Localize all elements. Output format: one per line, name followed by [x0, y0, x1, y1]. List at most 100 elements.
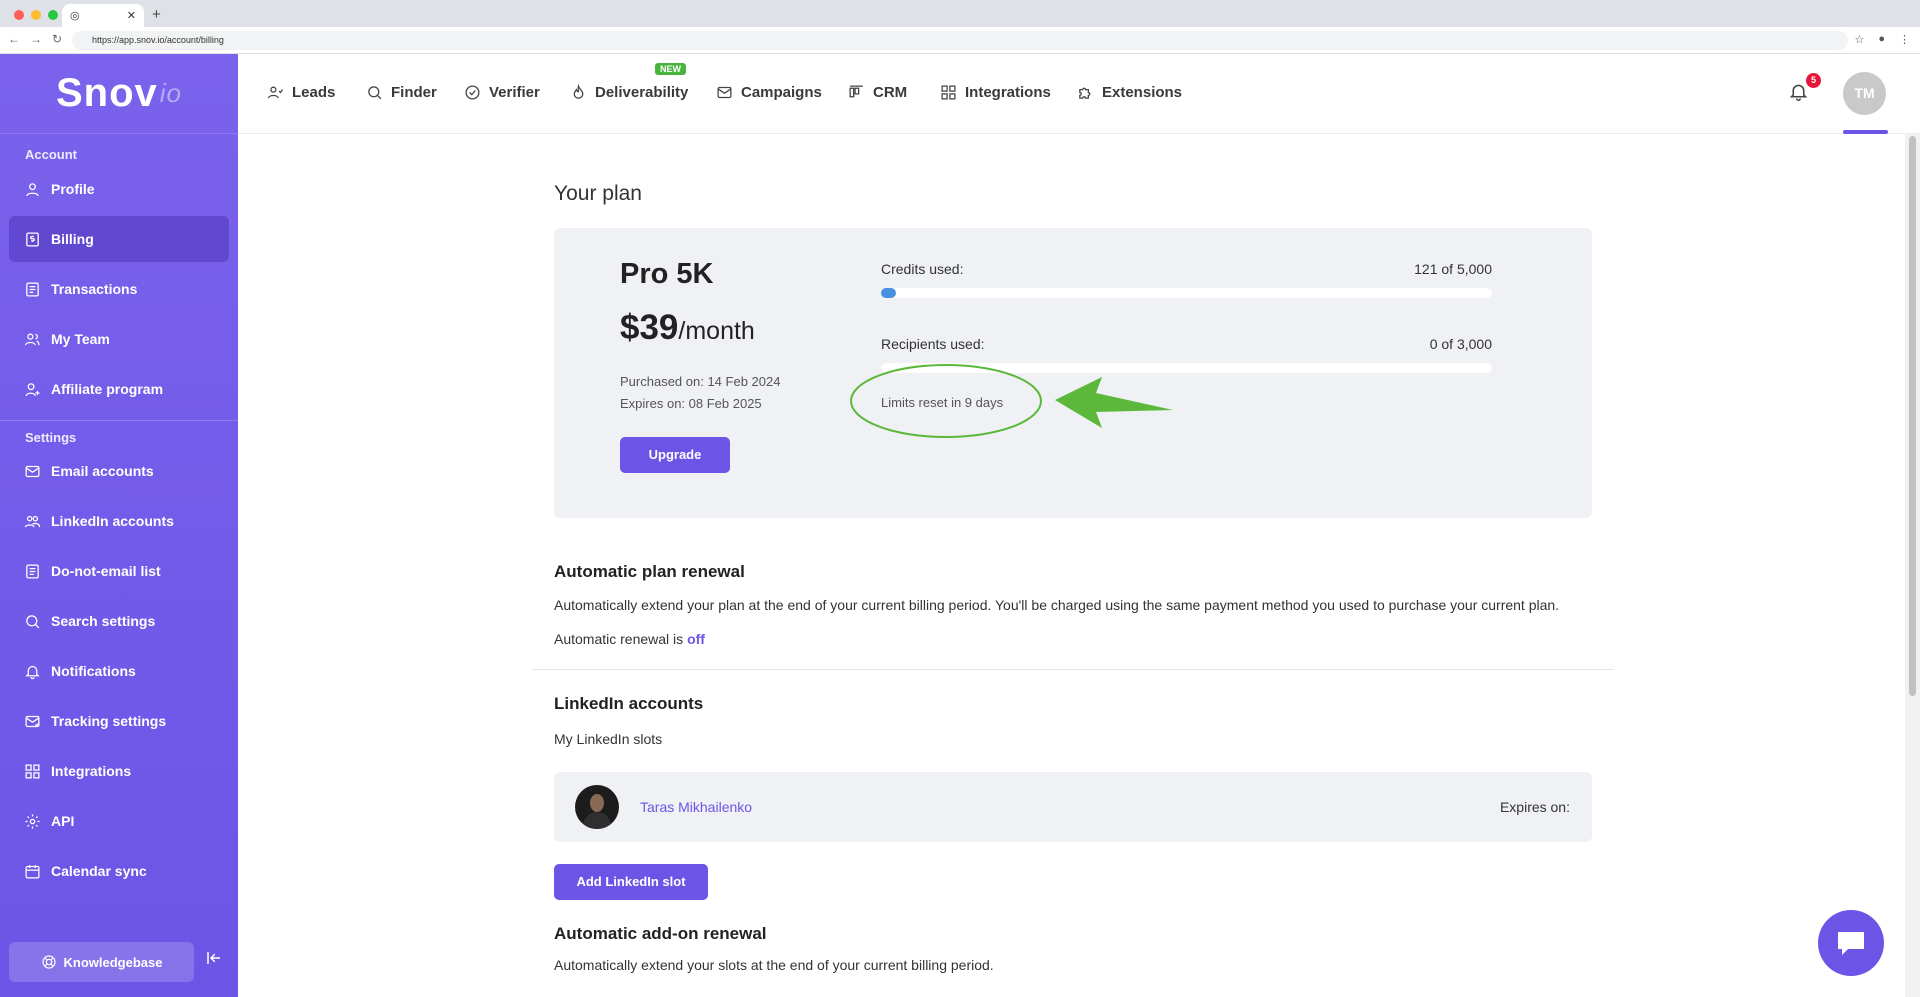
browser-tabstrip: ◎ ✕ +	[0, 0, 1920, 27]
snovio-logo[interactable]: Snov io	[0, 54, 238, 134]
nav-campaigns[interactable]: Campaigns	[716, 84, 822, 101]
nav-integrations[interactable]: Integrations	[940, 84, 1051, 101]
logo-main-text: Snov	[55, 71, 158, 115]
sidebar-item-calendar-sync[interactable]: Calendar sync	[9, 848, 229, 894]
knowledgebase-button[interactable]: Knowledgebase	[9, 942, 194, 982]
plan-card: Pro 5K $39/month Purchased on: 14 Feb 20…	[554, 228, 1592, 518]
sidebar-item-api[interactable]: API	[9, 798, 229, 844]
calendar-icon	[23, 862, 41, 880]
list-icon	[23, 562, 41, 580]
grid-icon	[941, 85, 956, 100]
bell-icon	[23, 662, 41, 680]
add-linkedin-slot-button[interactable]: Add LinkedIn slot	[554, 864, 708, 900]
sidebar-item-notifications[interactable]: Notifications	[9, 648, 229, 694]
sidebar-item-profile[interactable]: Profile	[9, 166, 229, 212]
slot-expires: Expires on:	[1499, 799, 1570, 815]
bookmark-star-icon[interactable]: ☆	[1854, 33, 1864, 46]
sidebar-item-label: Email accounts	[51, 463, 154, 479]
credits-label: Credits used:	[881, 261, 964, 277]
back-icon[interactable]: ←	[8, 32, 20, 46]
sidebar-item-email-accounts[interactable]: Email accounts	[9, 448, 229, 494]
nav-label: Deliverability	[595, 84, 689, 101]
addon-renewal-title: Automatic add-on renewal	[554, 924, 767, 943]
puzzle-icon	[1079, 87, 1091, 99]
new-badge: NEW	[655, 63, 686, 75]
nav-deliverability[interactable]: Deliverability	[570, 84, 688, 101]
credits-progress-bar	[881, 288, 1492, 298]
team-icon	[23, 330, 41, 348]
slot-account-name[interactable]: Taras Mikhailenko	[640, 799, 752, 815]
nav-finder[interactable]: Finder	[366, 84, 437, 101]
sidebar-item-affiliate-program[interactable]: Affiliate program	[9, 366, 229, 412]
window-controls[interactable]	[14, 10, 58, 20]
forward-icon[interactable]: →	[30, 32, 42, 46]
scrollbar-thumb[interactable]	[1909, 136, 1916, 696]
nav-extensions[interactable]: Extensions	[1077, 84, 1182, 101]
sidebar-item-integrations[interactable]: Integrations	[9, 748, 229, 794]
user-avatar[interactable]: TM	[1843, 72, 1886, 115]
nav-verifier[interactable]: Verifier	[464, 84, 540, 101]
collapse-sidebar-button[interactable]	[205, 949, 223, 972]
nav-label: CRM	[873, 84, 908, 101]
sidebar-item-label: Search settings	[51, 613, 156, 629]
reload-icon[interactable]: ↻	[52, 32, 62, 46]
lifebuoy-icon	[41, 955, 56, 969]
nav-label: Integrations	[965, 84, 1051, 101]
tracking-icon	[23, 712, 41, 730]
flame-icon	[573, 84, 584, 99]
renewal-toggle-link[interactable]: off	[687, 631, 705, 647]
profile-icon[interactable]: ●	[1878, 33, 1885, 46]
recipients-progress-bar	[881, 363, 1492, 373]
mail-icon	[23, 462, 41, 480]
nav-label: Verifier	[489, 84, 540, 101]
notifications-button[interactable]	[1788, 81, 1809, 107]
upgrade-button[interactable]: Upgrade	[620, 437, 730, 473]
sidebar-item-label: Profile	[51, 181, 95, 197]
nav-label: Campaigns	[741, 84, 822, 101]
sidebar-item-label: API	[51, 813, 75, 829]
purchased-date: Purchased on: 14 Feb 2024	[620, 374, 781, 389]
recipients-label: Recipients used:	[881, 336, 985, 352]
section-divider	[532, 669, 1614, 670]
close-window-button[interactable]	[14, 10, 24, 20]
linkedin-accounts-title: LinkedIn accounts	[554, 694, 704, 713]
nav-crm[interactable]: CRM	[848, 84, 907, 101]
billing-icon	[23, 230, 41, 248]
nav-leads[interactable]: Leads	[267, 84, 335, 101]
grid-icon	[23, 762, 41, 780]
browser-tab[interactable]: ◎ ✕	[62, 4, 144, 27]
minimize-window-button[interactable]	[31, 10, 41, 20]
plan-name: Pro 5K	[620, 258, 714, 290]
sidebar-item-tracking-settings[interactable]: Tracking settings	[9, 698, 229, 744]
plan-price: $39/month	[620, 308, 755, 348]
sidebar-item-do-not-email-list[interactable]: Do-not-email list	[9, 548, 229, 594]
nav-label: Finder	[391, 84, 437, 101]
search-icon	[368, 86, 382, 100]
avatar-active-indicator	[1843, 130, 1888, 134]
nav-label: Extensions	[1102, 84, 1183, 101]
sidebar-item-label: Tracking settings	[51, 713, 167, 729]
credits-progress-fill	[881, 288, 896, 298]
sidebar-item-my-team[interactable]: My Team	[9, 316, 229, 362]
maximize-window-button[interactable]	[48, 10, 58, 20]
mail-icon	[717, 86, 732, 99]
leads-icon	[267, 86, 284, 99]
url-field[interactable]: https://app.snov.io/account/billing	[72, 31, 1848, 50]
crm-icon	[849, 85, 863, 98]
section-account: Account	[25, 147, 77, 162]
expiry-date: Expires on: 08 Feb 2025	[620, 396, 762, 411]
sidebar-item-transactions[interactable]: Transactions	[9, 266, 229, 312]
browser-menu-icon[interactable]: ⋮	[1899, 33, 1910, 46]
sidebar-item-linkedin-accounts[interactable]: LinkedIn accounts	[9, 498, 229, 544]
check-circle-icon	[465, 85, 480, 100]
chat-widget-button[interactable]	[1818, 910, 1884, 976]
tab-close-icon[interactable]: ✕	[127, 9, 136, 22]
new-tab-button[interactable]: +	[152, 6, 161, 23]
page-scrollbar[interactable]	[1905, 134, 1920, 997]
recipients-value: 0 of 3,000	[1429, 336, 1492, 352]
collapse-arrow-icon	[207, 952, 220, 964]
top-navigation: Leads Finder Verifier NEW Deliverability…	[238, 54, 1920, 134]
chat-bubble-icon	[1838, 932, 1864, 955]
sidebar-item-search-settings[interactable]: Search settings	[9, 598, 229, 644]
sidebar-item-billing[interactable]: Billing	[9, 216, 229, 262]
